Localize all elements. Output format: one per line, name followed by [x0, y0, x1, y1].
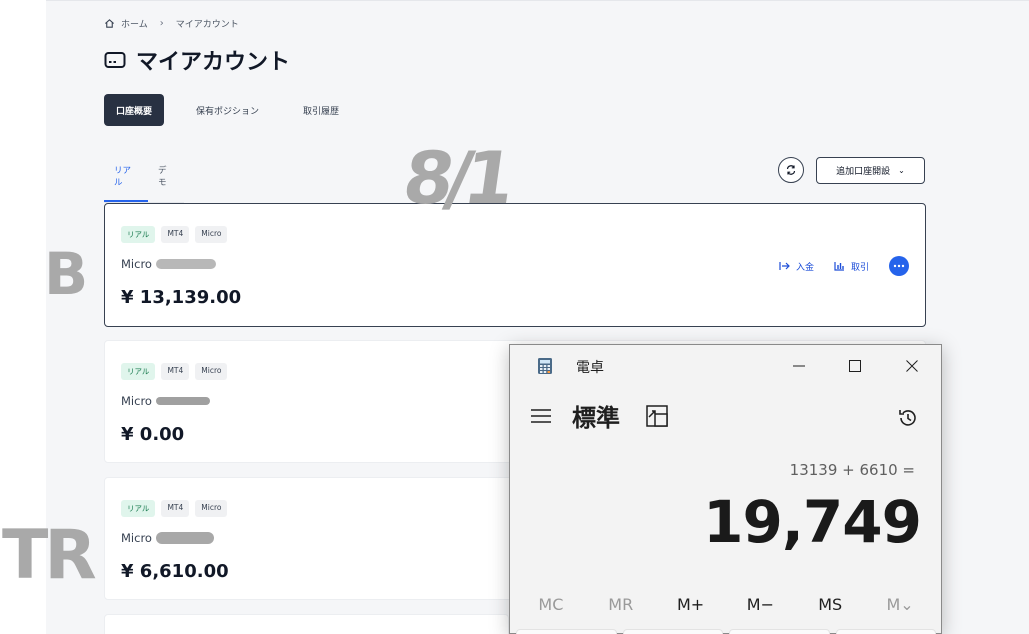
calculator-title: 電卓	[576, 360, 604, 376]
refresh-button[interactable]	[778, 157, 804, 183]
keypad-top-edge	[516, 629, 936, 634]
breadcrumb: ホーム › マイアカウント	[104, 17, 239, 30]
deposit-button[interactable]: 入金	[779, 260, 814, 273]
keep-on-top-icon[interactable]	[646, 404, 668, 427]
keypad-key[interactable]	[516, 629, 617, 634]
breadcrumb-current: マイアカウント	[175, 20, 239, 30]
badge-real: リアル	[121, 500, 156, 517]
chevron-right-icon: ›	[159, 18, 164, 29]
page-title-text: マイアカウント	[136, 50, 291, 75]
calculator-app-icon	[538, 358, 552, 374]
subtab-demo[interactable]: デモ	[148, 157, 184, 202]
subtab-real[interactable]: リアル	[104, 157, 148, 202]
badge-platform: MT4	[161, 500, 190, 517]
memory-store-button[interactable]: MS	[800, 595, 860, 614]
minimize-button[interactable]	[776, 353, 822, 379]
keypad-key[interactable]	[729, 629, 830, 634]
memory-row: MC MR M+ M− MS M⌄	[510, 595, 941, 614]
memory-list-button[interactable]: M⌄	[870, 595, 930, 614]
hamburger-menu-icon[interactable]	[530, 408, 552, 424]
memory-add-button[interactable]: M+	[661, 595, 721, 614]
badge-type: Micro	[195, 500, 228, 517]
tab-history[interactable]: 取引履歴	[291, 94, 351, 126]
add-account-button[interactable]: 追加口座開設 ⌄	[816, 157, 925, 184]
page-title: マイアカウント	[104, 44, 290, 76]
account-badges: リアル MT4 Micro	[121, 226, 228, 243]
account-name-text: Micro	[121, 531, 152, 545]
account-badges: リアル MT4 Micro	[121, 363, 228, 380]
keypad-key[interactable]	[622, 629, 723, 634]
calculator-titlebar[interactable]: 電卓	[510, 345, 941, 387]
calculator-mode-label: 標準	[572, 404, 620, 432]
calculator-window[interactable]: 電卓 標準 13139 + 6610 = 19,749 MC MR M+ M− …	[509, 344, 942, 634]
account-card[interactable]	[104, 614, 509, 634]
history-icon[interactable]	[897, 407, 919, 429]
redaction-mark	[155, 532, 214, 544]
calculator-result: 19,749	[703, 488, 922, 556]
minimize-icon	[793, 365, 805, 367]
account-name-text: Micro	[121, 257, 152, 271]
trade-button[interactable]: 取引	[834, 260, 869, 273]
account-balance: ¥ 13,139.00	[121, 287, 242, 308]
badge-type: Micro	[195, 226, 228, 243]
card-icon	[104, 52, 126, 68]
more-button[interactable]	[889, 256, 909, 276]
more-icon	[893, 264, 905, 268]
redaction-mark	[155, 397, 210, 405]
keypad-key[interactable]	[835, 629, 936, 634]
calculator-mode-bar: 標準	[530, 398, 668, 433]
account-balance: ¥ 6,610.00	[121, 561, 229, 582]
redaction-mark	[155, 259, 216, 269]
badge-platform: MT4	[161, 363, 190, 380]
badge-type: Micro	[195, 363, 228, 380]
trade-label: 取引	[850, 262, 869, 273]
badge-real: リアル	[121, 363, 156, 380]
chevron-down-icon: ⌄	[898, 166, 905, 175]
account-card[interactable]: リアル MT4 Micro Micro ¥ 13,139.00 入金 取引	[104, 203, 926, 327]
maximize-button[interactable]	[832, 353, 878, 379]
handwritten-tr: TR	[2, 516, 97, 595]
home-icon[interactable]	[104, 18, 115, 29]
badge-real: リアル	[121, 226, 156, 243]
breadcrumb-home[interactable]: ホーム	[121, 17, 148, 30]
account-name-text: Micro	[121, 394, 152, 408]
close-icon	[906, 360, 918, 372]
account-type-tabs: リアル デモ	[104, 157, 184, 203]
deposit-icon	[779, 262, 790, 270]
tab-positions[interactable]: 保有ポジション	[184, 94, 271, 126]
account-actions: 入金 取引	[779, 256, 909, 276]
badge-platform: MT4	[161, 226, 190, 243]
close-button[interactable]	[889, 353, 935, 379]
add-account-label: 追加口座開設	[836, 167, 891, 177]
main-tabs: 口座概要 保有ポジション 取引履歴	[104, 94, 371, 126]
handwritten-date: 8/1	[398, 136, 513, 220]
account-name: Micro	[121, 394, 210, 408]
memory-subtract-button[interactable]: M−	[730, 595, 790, 614]
maximize-icon	[849, 360, 861, 372]
deposit-label: 入金	[795, 262, 814, 273]
account-name: Micro	[121, 257, 216, 271]
calculator-expression: 13139 + 6610 =	[789, 461, 915, 479]
account-name: Micro	[121, 531, 214, 545]
tab-account-overview[interactable]: 口座概要	[104, 94, 165, 126]
memory-recall-button[interactable]: MR	[591, 595, 651, 614]
memory-clear-button[interactable]: MC	[521, 595, 581, 614]
handwritten-b: B	[44, 240, 89, 308]
refresh-icon	[786, 165, 796, 175]
chart-icon	[834, 262, 844, 271]
account-badges: リアル MT4 Micro	[121, 500, 228, 517]
account-balance: ¥ 0.00	[121, 424, 185, 445]
